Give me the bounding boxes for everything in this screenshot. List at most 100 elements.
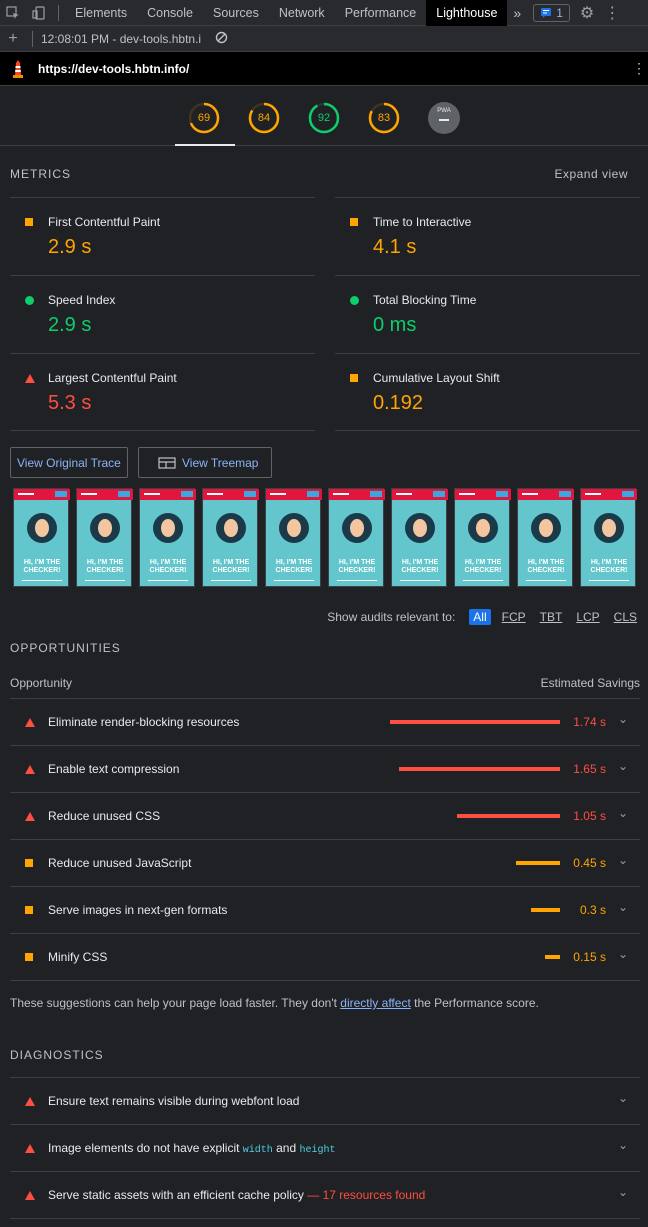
separator (58, 4, 59, 21)
metric-value: 4.1 s (373, 236, 417, 258)
score-gauge[interactable]: 84 (248, 102, 280, 134)
frame-text: HI, I'M THE CHECKER! (527, 559, 565, 574)
chevron-down-icon[interactable]: ⌄ (618, 1185, 628, 1199)
chevron-down-icon[interactable]: ⌄ (618, 712, 628, 726)
score-gauge[interactable]: 83 (368, 102, 400, 134)
filter-chip-tbt[interactable]: TBT (537, 609, 566, 625)
avatar (405, 513, 435, 543)
avatar (153, 513, 183, 543)
more-tabs-icon[interactable]: » (507, 5, 527, 21)
metric-item: First Contentful Paint 2.9 s (10, 197, 315, 275)
report-selector[interactable]: 12:08:01 PM - dev-tools.hbtn.i (41, 32, 201, 46)
lighthouse-toolbar: + 12:08:01 PM - dev-tools.hbtn.i (0, 26, 648, 52)
tab-performance[interactable]: Performance (335, 0, 427, 26)
width-code: width (242, 1145, 273, 1156)
score-gauge[interactable]: 69 (188, 102, 220, 134)
devtools-tab-bar: Elements Console Sources Network Perform… (0, 0, 648, 26)
filmstrip-frame: HI, I'M THE CHECKER! (13, 488, 70, 587)
diagnostic-title: Ensure text remains visible during webfo… (48, 1094, 300, 1108)
savings-bar (516, 861, 560, 865)
diagnostic-row[interactable]: Ensure text remains visible during webfo… (10, 1077, 640, 1124)
opportunity-title: Reduce unused JavaScript (48, 856, 192, 870)
chevron-down-icon[interactable]: ⌄ (618, 1091, 628, 1105)
savings-bar (545, 955, 560, 959)
frame-text: HI, I'M THE CHECKER! (149, 559, 187, 574)
issues-badge[interactable]: 1 (533, 3, 570, 22)
report-menu-icon[interactable]: ⋮ (632, 60, 646, 77)
tab-network[interactable]: Network (269, 0, 335, 26)
diagnostic-row[interactable]: Serve static assets with an efficient ca… (10, 1171, 640, 1218)
opportunity-row[interactable]: Serve images in next-gen formats 0.3 s ⌄ (10, 886, 640, 933)
devtools-menu-icon[interactable]: ⋮ (604, 3, 620, 23)
metric-value: 2.9 s (48, 236, 92, 258)
directly-affect-link[interactable]: directly affect (340, 996, 410, 1010)
filter-chip-lcp[interactable]: LCP (573, 609, 602, 625)
metric-value: 0 ms (373, 314, 417, 336)
avatar (531, 513, 561, 543)
avatar (594, 513, 624, 543)
opportunity-row[interactable]: Reduce unused CSS 1.05 s ⌄ (10, 792, 640, 839)
average-square-icon (25, 953, 33, 961)
opportunity-row[interactable]: Enable text compression 1.65 s ⌄ (10, 745, 640, 792)
expand-view-toggle[interactable]: Expand view (554, 167, 628, 181)
savings-value: 0.15 s (573, 950, 606, 964)
device-toolbar-icon[interactable] (26, 0, 52, 26)
new-report-plus-icon[interactable]: + (0, 26, 26, 52)
average-square-icon (350, 374, 358, 382)
opportunities-note: These suggestions can help your page loa… (10, 996, 539, 1010)
tab-console[interactable]: Console (137, 0, 203, 26)
diagnostic-row[interactable]: Image elements do not have explicit widt… (10, 1124, 640, 1171)
view-original-trace-button[interactable]: View Original Trace (10, 447, 128, 478)
filmstrip-frame: HI, I'M THE CHECKER! (328, 488, 385, 587)
metric-item: Speed Index 2.9 s (10, 275, 315, 353)
tab-lighthouse[interactable]: Lighthouse (426, 0, 508, 26)
score-value: 83 (377, 112, 391, 124)
report-url[interactable]: https://dev-tools.hbtn.info/ (38, 62, 189, 76)
filter-chip-all[interactable]: All (469, 609, 491, 625)
issues-count: 1 (556, 5, 563, 20)
opportunity-title: Enable text compression (48, 762, 180, 776)
fail-triangle-icon (25, 1191, 35, 1200)
chevron-down-icon[interactable]: ⌄ (618, 759, 628, 773)
divider (10, 980, 640, 981)
treemap-icon (158, 456, 176, 469)
tab-sources[interactable]: Sources (203, 0, 269, 26)
metric-name: Total Blocking Time (373, 293, 477, 307)
diagnostic-title: Serve static assets with an efficient ca… (48, 1188, 425, 1202)
filmstrip-frame: HI, I'M THE CHECKER! (391, 488, 448, 587)
score-gauge[interactable]: 92 (308, 102, 340, 134)
inspect-element-icon[interactable] (0, 0, 26, 26)
filter-chip-cls[interactable]: CLS (611, 609, 640, 625)
clear-reports-icon[interactable] (215, 31, 228, 47)
filter-label: Show audits relevant to: (327, 610, 456, 624)
report-url-bar: https://dev-tools.hbtn.info/ ⋮ (0, 52, 648, 86)
frame-text: HI, I'M THE CHECKER! (86, 559, 124, 574)
opportunity-row[interactable]: Eliminate render-blocking resources 1.74 … (10, 698, 640, 745)
average-square-icon (25, 906, 33, 914)
chevron-down-icon[interactable]: ⌄ (618, 947, 628, 961)
opportunity-title: Reduce unused CSS (48, 809, 161, 823)
tab-elements[interactable]: Elements (65, 0, 137, 26)
pwa-badge[interactable]: PWA (428, 102, 460, 134)
chevron-down-icon[interactable]: ⌄ (618, 853, 628, 867)
chevron-down-icon[interactable]: ⌄ (618, 900, 628, 914)
fail-triangle-icon (25, 1097, 35, 1106)
filter-chip-fcp[interactable]: FCP (499, 609, 529, 625)
savings-value: 0.3 s (579, 903, 606, 917)
metric-name: Time to Interactive (373, 215, 472, 229)
filmstrip-frame: HI, I'M THE CHECKER! (580, 488, 637, 587)
chevron-down-icon[interactable]: ⌄ (618, 806, 628, 820)
savings-value: 1.65 s (573, 762, 606, 776)
settings-gear-icon[interactable]: ⚙ (580, 3, 594, 23)
view-treemap-label: View Treemap (182, 455, 259, 470)
view-treemap-button[interactable]: View Treemap (138, 447, 272, 478)
avatar (468, 513, 498, 543)
chevron-down-icon[interactable]: ⌄ (618, 1138, 628, 1152)
pwa-dash-icon (439, 119, 449, 121)
opportunities-title: OPPORTUNITIES (10, 641, 121, 655)
opportunity-title: Minify CSS (48, 950, 108, 964)
opportunity-row[interactable]: Minify CSS 0.15 s ⌄ (10, 933, 640, 980)
metric-item: Largest Contentful Paint 5.3 s (10, 353, 315, 431)
metric-name: Speed Index (48, 293, 116, 307)
opportunity-row[interactable]: Reduce unused JavaScript 0.45 s ⌄ (10, 839, 640, 886)
